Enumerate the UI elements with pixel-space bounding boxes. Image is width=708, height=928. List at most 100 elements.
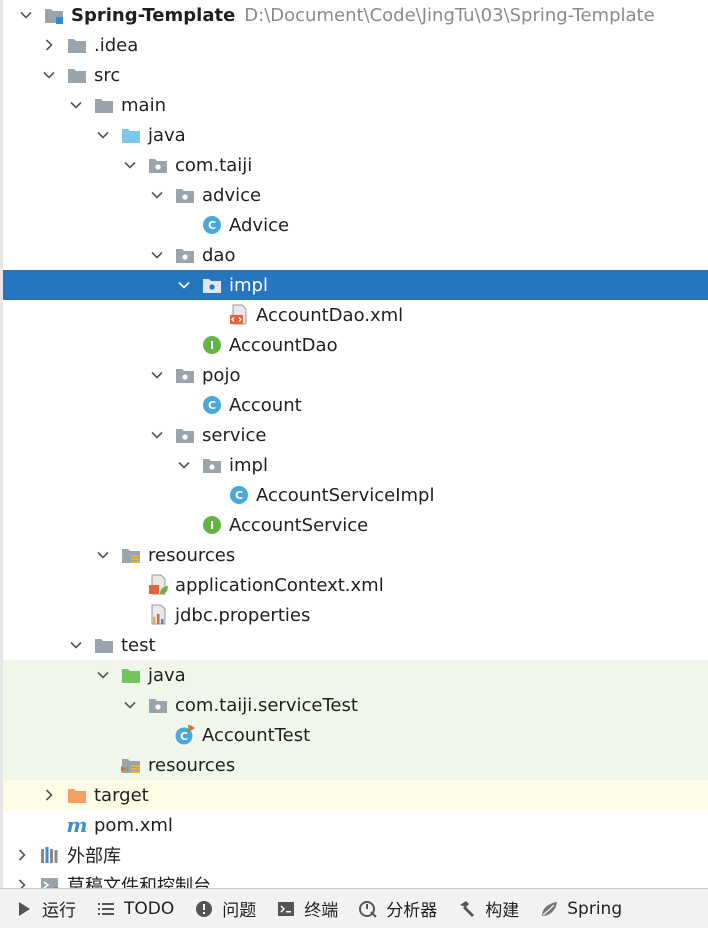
tree-row-project-root[interactable]: Spring-Template D:\Document\Code\JingTu\…	[3, 0, 708, 30]
library-icon	[39, 844, 61, 866]
tree-label: AccountServiceImpl	[256, 484, 435, 506]
tree-label: service	[202, 424, 267, 446]
project-path: D:\Document\Code\JingTu\03\Spring-Templa…	[244, 4, 655, 26]
chevron-down-icon[interactable]	[120, 155, 140, 175]
hammer-icon	[457, 899, 477, 919]
tree-row-advice-class[interactable]: C Advice	[3, 210, 708, 240]
chevron-right-icon[interactable]	[12, 845, 32, 865]
tree-row-main[interactable]: main	[3, 90, 708, 120]
tree-row-account[interactable]: C Account	[3, 390, 708, 420]
package-icon	[174, 244, 196, 266]
problems-tool-button[interactable]: 问题	[194, 896, 256, 921]
list-icon	[96, 899, 116, 919]
chevron-right-icon[interactable]	[39, 35, 59, 55]
chevron-down-icon[interactable]	[66, 635, 86, 655]
source-folder-icon	[120, 124, 142, 146]
tree-label: resources	[148, 754, 236, 776]
tree-row-scratches[interactable]: 草稿文件和控制台	[3, 870, 708, 888]
package-icon	[174, 364, 196, 386]
tree-label: AccountDao.xml	[256, 304, 404, 326]
tree-label: Account	[229, 394, 302, 416]
tree-row-service-impl[interactable]: impl	[3, 450, 708, 480]
tree-row-src[interactable]: src	[3, 60, 708, 90]
chevron-down-icon[interactable]	[147, 245, 167, 265]
tree-row-dao-impl[interactable]: impl	[3, 270, 708, 300]
tree-row-service-test-package[interactable]: com.taiji.serviceTest	[3, 690, 708, 720]
package-icon	[201, 274, 223, 296]
tree-label: advice	[202, 184, 262, 206]
chevron-down-icon[interactable]	[147, 365, 167, 385]
tree-row-account-dao-xml[interactable]: AccountDao.xml	[3, 300, 708, 330]
tree-label: pojo	[202, 364, 241, 386]
spring-tool-button[interactable]: Spring	[539, 899, 622, 919]
chevron-down-icon[interactable]	[93, 125, 113, 145]
tree-row-com-taiji[interactable]: com.taiji	[3, 150, 708, 180]
resources-folder-icon	[120, 544, 142, 566]
play-icon	[14, 899, 34, 919]
properties-file-icon	[147, 604, 169, 626]
tree-label: pom.xml	[94, 814, 173, 836]
class-icon: C	[228, 484, 250, 506]
tree-row-pojo[interactable]: pojo	[3, 360, 708, 390]
test-resources-folder-icon	[120, 754, 142, 776]
chevron-down-icon[interactable]	[147, 425, 167, 445]
excluded-folder-icon	[66, 784, 88, 806]
tree-label: jdbc.properties	[175, 604, 311, 626]
chevron-down-icon[interactable]	[39, 65, 59, 85]
tool-label: 问题	[222, 901, 257, 921]
tree-label: .idea	[94, 34, 139, 56]
tool-label: 分析器	[386, 901, 438, 921]
chevron-down-icon[interactable]	[147, 185, 167, 205]
chevron-right-icon[interactable]	[12, 875, 32, 888]
chevron-down-icon[interactable]	[93, 665, 113, 685]
chevron-down-icon[interactable]	[66, 95, 86, 115]
run-tool-button[interactable]: 运行	[14, 896, 76, 921]
profiler-icon	[358, 899, 378, 919]
svg-text:C: C	[180, 730, 188, 743]
tree-row-main-resources[interactable]: resources	[3, 540, 708, 570]
tool-label: 运行	[42, 901, 76, 921]
tree-row-account-service-impl[interactable]: C AccountServiceImpl	[3, 480, 708, 510]
tree-row-external-libraries[interactable]: 外部库	[3, 840, 708, 870]
tree-row-pom[interactable]: m pom.xml	[3, 810, 708, 840]
chevron-right-icon[interactable]	[39, 785, 59, 805]
maven-icon: m	[66, 813, 88, 837]
tree-label: impl	[229, 454, 268, 476]
tree-row-test-java[interactable]: java	[3, 660, 708, 690]
tree-label: target	[94, 784, 149, 806]
tree-label: impl	[229, 274, 268, 296]
chevron-down-icon[interactable]	[93, 545, 113, 565]
todo-tool-button[interactable]: TODO	[96, 899, 174, 919]
chevron-down-icon[interactable]	[174, 275, 194, 295]
tree-row-account-test[interactable]: C AccountTest	[3, 720, 708, 750]
tree-row-main-java[interactable]: java	[3, 120, 708, 150]
tree-row-account-dao[interactable]: I AccountDao	[3, 330, 708, 360]
tree-row-idea[interactable]: .idea	[3, 30, 708, 60]
tree-row-dao[interactable]: dao	[3, 240, 708, 270]
tool-label: 构建	[485, 901, 520, 921]
chevron-down-icon[interactable]	[16, 5, 36, 25]
chevron-down-icon[interactable]	[174, 455, 194, 475]
tree-row-jdbc-properties[interactable]: jdbc.properties	[3, 600, 708, 630]
tree-row-test-resources[interactable]: resources	[3, 750, 708, 780]
tool-window-bar: 运行 TODO 问题 终端 分析器 构建 Spring	[0, 888, 708, 928]
tree-row-application-context[interactable]: applicationContext.xml	[3, 570, 708, 600]
tree-row-advice[interactable]: advice	[3, 180, 708, 210]
project-tree[interactable]: Spring-Template D:\Document\Code\JingTu\…	[3, 0, 708, 888]
folder-icon	[66, 64, 88, 86]
tree-row-test[interactable]: test	[3, 630, 708, 660]
tree-label: dao	[202, 244, 236, 266]
terminal-tool-button[interactable]: 终端	[276, 896, 338, 921]
package-icon	[147, 154, 169, 176]
chevron-down-icon[interactable]	[120, 695, 140, 715]
folder-icon	[66, 34, 88, 56]
package-icon	[174, 424, 196, 446]
tool-label: Spring	[567, 898, 623, 919]
profiler-tool-button[interactable]: 分析器	[358, 896, 437, 921]
tree-row-service[interactable]: service	[3, 420, 708, 450]
tree-row-target[interactable]: target	[3, 780, 708, 810]
tree-row-account-service[interactable]: I AccountService	[3, 510, 708, 540]
package-icon	[147, 694, 169, 716]
build-tool-button[interactable]: 构建	[457, 896, 519, 921]
tree-label: java	[148, 664, 186, 686]
